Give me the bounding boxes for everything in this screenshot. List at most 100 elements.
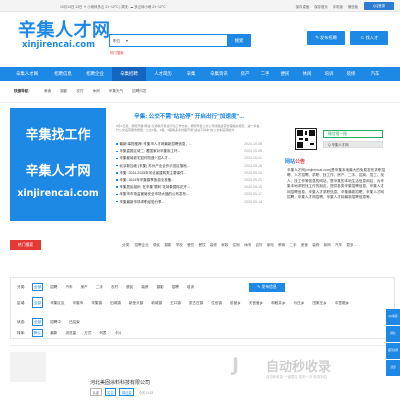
hot-tab-item[interactable]: 招聘企业 (134, 243, 148, 247)
filter-option[interactable]: 招聘 (49, 284, 58, 290)
hot-tab-item[interactable]: 餐饮 (198, 243, 205, 247)
filter-option[interactable]: 田家庄乡 (311, 298, 327, 307)
filter-option[interactable]: 辛集市 (72, 298, 85, 307)
nav-item-jobs[interactable]: 招聘信息 (48, 67, 78, 81)
nav-item-secondhand[interactable]: 二手 (256, 67, 274, 81)
search-type-select[interactable]: 职位 (113, 39, 120, 44)
news-item[interactable]: 辛集市市场监管局安全市场大福的公布发布... 2024-09-17 (116, 192, 262, 199)
filter-option[interactable]: 新城镇 (150, 298, 163, 307)
news-item[interactable]: 最新!事物推荐! 辛集市人才网最新招聘信息，... 2024-10-08 (116, 142, 262, 149)
post-job-button[interactable]: ✎发布招聘 (307, 31, 345, 45)
filter-option[interactable]: 全部 (32, 318, 44, 326)
float-top-button[interactable]: 顶部 (386, 360, 400, 376)
filter-option[interactable]: 王口镇 (169, 298, 182, 307)
nav-item-resumes[interactable]: 人才简历 (148, 67, 178, 81)
filter-option[interactable]: 位伯镇 (210, 298, 223, 307)
hot-tab-item[interactable]: 百货 (255, 243, 262, 247)
float-qq-button[interactable]: QQ客服 (386, 309, 400, 325)
chevron-down-icon[interactable] (126, 40, 128, 42)
news-item[interactable]: 辛集最新市场求职经验分享... 2024-09-14 (116, 199, 262, 207)
filter-option[interactable]: 已结束 (68, 319, 81, 325)
hot-tab-item[interactable]: 新网 (324, 243, 331, 247)
news-item[interactable]: 北京新加坡 (辛集) 苏州产业合作示范区落地... 2024-09-26 (116, 163, 262, 171)
hot-tab-item[interactable]: 休闲 (244, 243, 251, 247)
hot-tab-item[interactable]: 教育 (278, 243, 285, 247)
filter-option[interactable]: 房产 (80, 284, 89, 290)
filter-option[interactable]: 招聘 (171, 284, 180, 290)
filter-option[interactable]: 辛集区区 (49, 298, 65, 307)
filter-option[interactable]: 装修 (140, 284, 149, 290)
filter-option[interactable]: 摄影 (156, 284, 165, 290)
search-input[interactable] (130, 36, 228, 46)
filter-option[interactable]: 天宫营乡 (248, 298, 264, 307)
hot-tab-item[interactable]: 二手 (289, 243, 296, 247)
filter-option[interactable]: 新垒头镇 (128, 298, 144, 307)
nav-item-leisure[interactable]: 休闲 (298, 67, 316, 81)
filter-option[interactable]: 默认 (32, 329, 44, 337)
hot-tab-item[interactable]: 家电 (267, 243, 274, 247)
promo-banner[interactable]: 辛集找工作 辛集人才网 xinjirencai.com (10, 108, 106, 221)
nav-item-services[interactable]: 便民 (276, 67, 294, 81)
top-link[interactable]: 微信版 (348, 5, 358, 9)
quick-nav-item[interactable]: 休闲 (93, 89, 100, 93)
filter-option[interactable]: 二手 (95, 284, 104, 290)
hot-tab-item[interactable]: 汽车 (335, 243, 342, 247)
news-item[interactable]: 辛集都城老宅如何改造? 招人才... 2024-10-01 (116, 156, 262, 163)
filter-option[interactable]: 和睦井乡 (270, 298, 286, 307)
filter-option[interactable]: 便民 (125, 284, 134, 290)
weixin-account-button[interactable]: Q 辛集人才网 (323, 141, 383, 148)
nav-item-cars[interactable]: 汽车 (366, 67, 384, 81)
hot-tab-item[interactable]: 更多... (346, 243, 356, 247)
hot-tab-item[interactable]: 摄影 (164, 243, 171, 247)
hot-tab-item[interactable]: 住宿 (233, 243, 240, 247)
quick-nav-item[interactable]: 摄影 (60, 89, 67, 93)
qq-login-button[interactable]: QQ登录 (364, 2, 394, 10)
filter-option[interactable]: 辛集镇 (90, 298, 103, 307)
nav-item-decoration[interactable]: 装修 (342, 67, 360, 81)
filter-option[interactable]: 马庄乡 (293, 298, 306, 307)
filter-option[interactable]: 张古庄镇 (188, 298, 204, 307)
company-name[interactable]: 河北美固涂料科技有限公司 (90, 379, 150, 386)
top-link[interactable]: 保存首页 (314, 5, 328, 9)
site-logo-title[interactable]: 辛集人才网 (18, 16, 111, 42)
hot-tab-item[interactable]: 装修 (312, 243, 319, 247)
top-link[interactable]: 手机版 (333, 5, 343, 9)
news-item[interactable]: 辛集居民组织: 在辛集"顺利"花场象国际花卉... 2024-09-19 (116, 185, 262, 192)
filter-option[interactable]: 列表 (98, 330, 107, 336)
hot-tab-item[interactable]: 餐饮 (187, 243, 194, 247)
nav-item-news[interactable]: 辛集资讯 (204, 67, 234, 81)
filter-option[interactable]: 汽车 (64, 284, 73, 290)
publish-info-button[interactable]: ✎ 发布信息 (249, 283, 285, 292)
nav-item-xinji-jobs[interactable]: 辛集招聘 (112, 67, 146, 81)
filter-option[interactable]: 培训 (186, 284, 195, 290)
filter-option[interactable]: 招聘中 (49, 319, 62, 325)
quick-nav-item[interactable]: 辛集天气 (109, 89, 123, 93)
hot-tab-item[interactable]: 装修 (210, 243, 217, 247)
filter-option[interactable]: 旧城镇 (109, 298, 122, 307)
nav-item-companies[interactable]: 招聘企业 (80, 67, 110, 81)
nav-item-training[interactable]: 培训 (320, 67, 338, 81)
filter-option[interactable]: 最新 (49, 330, 58, 336)
news-item[interactable]: 辛集直推区域二: 看国家对辛集用工环... 2024-10-05 (116, 149, 262, 156)
hot-tab-item[interactable]: 家政 (221, 243, 228, 247)
quick-nav-item[interactable]: 农村 (76, 89, 83, 93)
filter-option[interactable]: 前营乡 (229, 298, 242, 307)
news-headline[interactable]: 辛集: 公交不需"站站停" 开启出行"加速度"... (114, 112, 264, 120)
quick-nav-item[interactable]: 招聘问答 (132, 89, 146, 93)
filter-option[interactable]: 农村 (110, 284, 119, 290)
float-weixin-button[interactable]: 微信 (386, 326, 400, 342)
news-item[interactable]: 辛集: 2024年辛集春季旅游业准备... 2024-09-21 (116, 177, 262, 185)
filter-option[interactable]: 全部 (32, 297, 44, 308)
filter-option[interactable]: 浏览量 (64, 330, 77, 336)
find-talent-button[interactable]: ☺找人才 (350, 31, 388, 45)
nav-item-home[interactable]: 辛集人才网 (8, 67, 46, 81)
news-item[interactable]: 辛集: 2024-2025年河北省建筑类主要事件... 2024-09-24 (116, 170, 262, 178)
quick-nav-item[interactable]: 美食 (44, 89, 51, 93)
hot-tab[interactable]: 热门搜索 (10, 240, 41, 250)
hot-tab-item[interactable]: 学校 (176, 243, 183, 247)
filter-option[interactable]: 全部 (32, 283, 44, 291)
float-back-top-button[interactable]: 返回顶部 (386, 343, 400, 359)
filter-option[interactable]: 卡片 (114, 330, 123, 336)
hot-tab-item[interactable]: 便民 (153, 243, 160, 247)
weixin-search-tag[interactable]: 微信搜一搜 (323, 130, 383, 138)
